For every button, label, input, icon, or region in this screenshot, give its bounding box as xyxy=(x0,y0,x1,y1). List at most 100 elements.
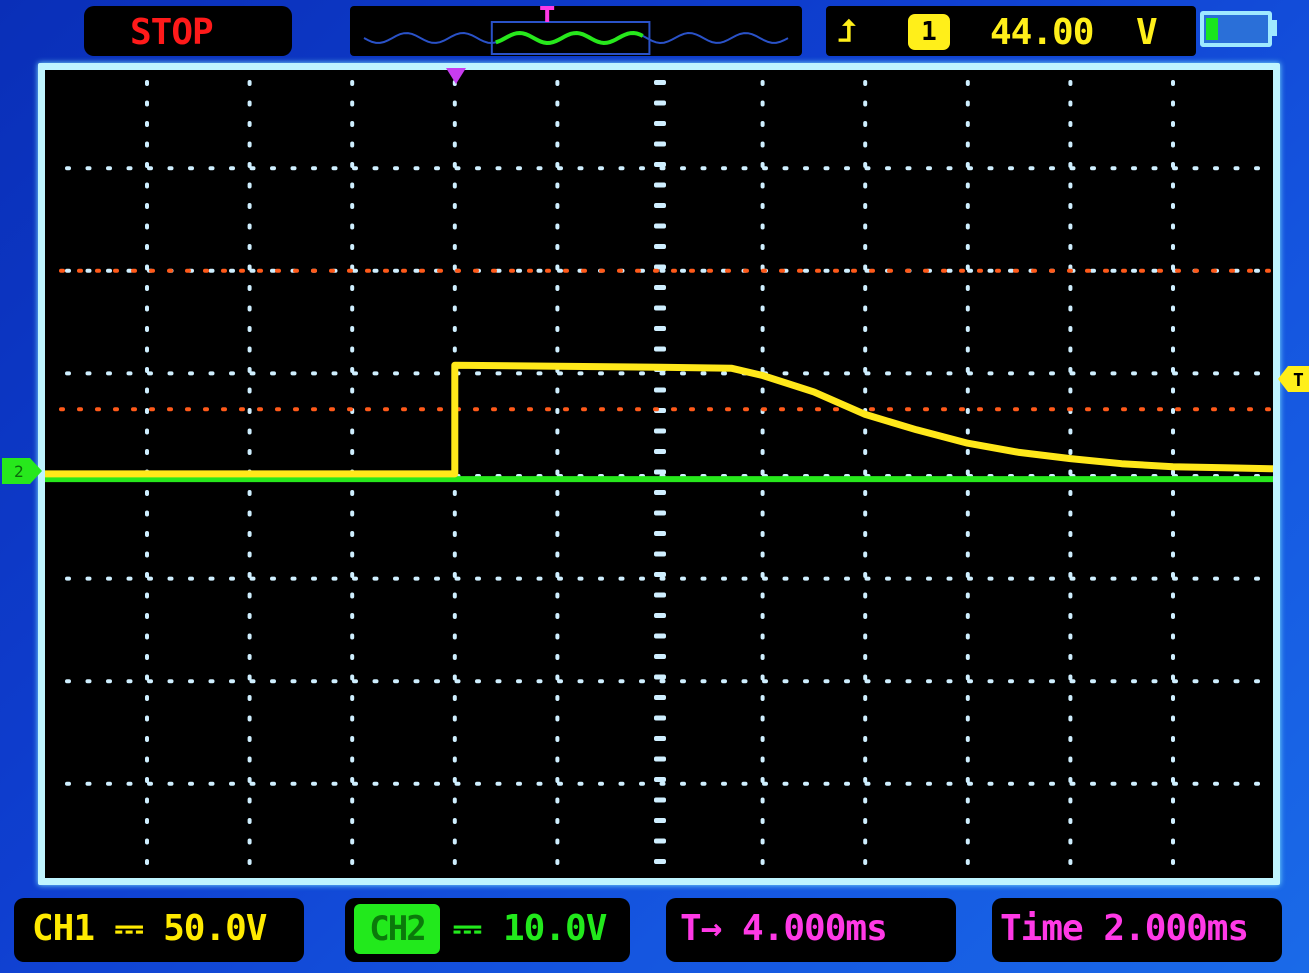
grid-dot xyxy=(350,715,355,722)
grid-dot xyxy=(145,305,149,312)
grid-dot xyxy=(1171,121,1175,127)
trigger-dot xyxy=(599,407,605,412)
grid-dot xyxy=(270,371,276,376)
grid-dot xyxy=(700,371,707,376)
grid-dot xyxy=(1090,781,1096,786)
grid-dot xyxy=(760,428,765,435)
grid-dot xyxy=(536,371,543,376)
trigger-dot xyxy=(797,268,803,273)
grid-dot xyxy=(350,449,355,455)
grid-dot xyxy=(65,268,71,273)
battery-level-fill xyxy=(1206,18,1218,40)
grid-dot xyxy=(1069,166,1076,171)
trigger-dot xyxy=(1013,268,1019,273)
grid-dot xyxy=(126,576,133,581)
grid-dot xyxy=(452,715,457,722)
grid-dot xyxy=(863,449,868,455)
grid-dot xyxy=(1151,576,1158,581)
grid-dot xyxy=(823,781,830,786)
grid-dot xyxy=(536,781,543,786)
trigger-dot xyxy=(563,407,569,412)
grid-dot xyxy=(290,576,297,581)
grid-dot xyxy=(270,576,276,581)
trigger-dot xyxy=(473,268,479,273)
grid-dot xyxy=(495,576,502,581)
timebase-panel[interactable]: Time 2.000ms xyxy=(992,898,1282,962)
grid-dot xyxy=(1068,449,1073,455)
scope-display[interactable] xyxy=(45,70,1273,878)
grid-dot xyxy=(965,531,970,537)
grid-dot xyxy=(249,679,256,684)
trigger-dot xyxy=(617,268,623,273)
grid-dot xyxy=(290,166,297,171)
trigger-dot xyxy=(797,407,803,412)
grid-dot xyxy=(393,268,399,273)
trigger-delay-panel[interactable]: T→ 4.000ms xyxy=(666,898,956,962)
grid-dot xyxy=(926,371,932,376)
grid-dot xyxy=(1151,371,1158,376)
ch1-scale-panel[interactable]: CH1 ⎓ 50.0V xyxy=(14,898,304,962)
grid-dot xyxy=(555,182,560,189)
grid-dot xyxy=(516,371,522,376)
grid-dot xyxy=(495,166,502,171)
grid-dot xyxy=(1171,736,1175,742)
grid-dot xyxy=(208,679,215,684)
trigger-dot xyxy=(95,268,101,273)
ch2-label[interactable]: CH2 xyxy=(354,904,440,954)
grid-dot xyxy=(290,371,297,376)
grid-dot xyxy=(863,633,868,640)
run-status-panel[interactable]: STOP xyxy=(84,6,292,56)
grid-dot xyxy=(863,182,868,189)
grid-dot xyxy=(1171,859,1175,865)
grid-dot xyxy=(106,679,112,684)
grid-vline xyxy=(555,80,560,865)
grid-dot xyxy=(555,531,560,537)
grid-dot xyxy=(987,576,994,581)
grid-hline xyxy=(65,679,1260,684)
trigger-dot xyxy=(59,268,65,273)
grid-dot xyxy=(208,781,215,786)
grid-dot xyxy=(145,633,149,640)
ch2-scale-panel[interactable]: CH2 ⎓ 10.0V xyxy=(345,898,630,962)
grid-dot xyxy=(350,736,355,742)
grid-dot xyxy=(393,166,399,171)
grid-dot xyxy=(1068,428,1073,435)
grid-dot xyxy=(905,679,912,684)
grid-dot xyxy=(639,166,645,171)
grid-dot xyxy=(1131,576,1137,581)
trigger-level-marker[interactable]: T xyxy=(1278,364,1309,394)
grid-dot xyxy=(844,781,850,786)
grid-dot xyxy=(247,326,252,332)
grid-dot xyxy=(516,781,522,786)
grid-dot xyxy=(863,223,868,230)
grid-dot xyxy=(555,613,560,619)
grid-dot xyxy=(760,244,765,250)
grid-dot xyxy=(1172,679,1178,684)
grid-dot xyxy=(760,531,765,537)
grid-dot xyxy=(1049,679,1055,684)
trigger-dot xyxy=(95,407,101,412)
grid-dot xyxy=(1110,576,1117,581)
grid-dot xyxy=(65,576,71,581)
trigger-position-marker[interactable] xyxy=(444,66,468,86)
grid-dot xyxy=(863,141,868,148)
grid-dot xyxy=(331,371,338,376)
grid-dot xyxy=(350,797,355,804)
grid-dot xyxy=(863,613,868,619)
grid-dot xyxy=(700,679,707,684)
grid-dot xyxy=(803,371,809,376)
grid-dot xyxy=(536,679,543,684)
grid-dot xyxy=(1068,859,1073,865)
grid-dot xyxy=(965,223,970,230)
ch2-marker-label: 2 xyxy=(14,462,24,481)
grid-dot xyxy=(946,679,953,684)
grid-dot xyxy=(1068,797,1073,804)
grid-dot xyxy=(1171,80,1175,86)
trigger-panel[interactable]: ⮥ 1 44.00 V xyxy=(826,6,1196,56)
grid-dot xyxy=(863,592,868,599)
grid-dot xyxy=(145,613,149,619)
grid-dot xyxy=(208,268,215,273)
grid-dot xyxy=(516,268,522,273)
grid-dot xyxy=(495,781,502,786)
ch2-ground-marker[interactable]: 2 xyxy=(2,456,44,486)
